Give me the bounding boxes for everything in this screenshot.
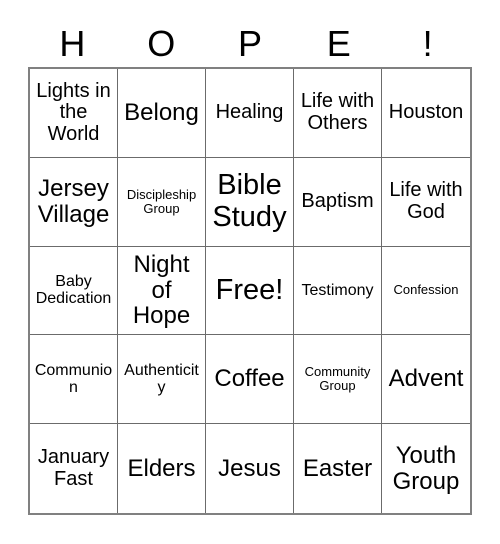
bingo-cell-label: Bible Study — [212, 169, 287, 233]
bingo-cell-label: Community Group — [304, 364, 371, 394]
bingo-cell-r2c3[interactable]: Bible Study — [206, 157, 294, 247]
bingo-cell-label: Healing — [215, 101, 284, 124]
bingo-header-letter-3: P — [237, 22, 262, 64]
bingo-cell-r1c2[interactable]: Belong — [118, 69, 206, 158]
bingo-cell-label: Advent — [388, 365, 464, 393]
bingo-cell-r2c4[interactable]: Baptism — [294, 157, 382, 247]
bingo-cell-label: Authenticity — [124, 362, 199, 397]
bingo-cell-label: Life with God — [389, 179, 463, 223]
bingo-cell-r2c5[interactable]: Life with God — [382, 157, 470, 247]
bingo-cell-label: Discipleship Group — [126, 186, 197, 216]
bingo-cell-r2c1[interactable]: Jersey Village — [30, 157, 118, 247]
bingo-header-letter-2: O — [147, 22, 176, 64]
bingo-cell-label: Communion — [34, 362, 113, 397]
bingo-free-space-label: Free! — [215, 273, 284, 306]
bingo-cell-r5c2[interactable]: Elders — [118, 424, 206, 513]
bingo-cell-r2c2[interactable]: Discipleship Group — [118, 157, 206, 247]
bingo-header-letter-5: ! — [422, 22, 433, 64]
bingo-cell-r5c4[interactable]: Easter — [294, 424, 382, 513]
bingo-header-row: H O P E ! — [28, 20, 472, 67]
bingo-cell-label: Baby Dedication — [35, 273, 112, 308]
bingo-cell-r4c4[interactable]: Community Group — [294, 335, 382, 425]
bingo-cell-label: Jesus — [218, 454, 281, 482]
bingo-cell-label: Confession — [393, 282, 459, 298]
bingo-cell-r4c1[interactable]: Communion — [30, 335, 118, 425]
bingo-cell-label: Youth Group — [392, 441, 460, 495]
bingo-grid: Lights in the World Belong Healing Life … — [28, 67, 472, 515]
bingo-cell-label: Belong — [124, 98, 199, 126]
bingo-cell-r4c3[interactable]: Coffee — [206, 335, 294, 425]
bingo-cell-r1c1[interactable]: Lights in the World — [30, 69, 118, 158]
bingo-cell-r3c4[interactable]: Testimony — [294, 246, 382, 336]
bingo-cell-label: Lights in the World — [36, 79, 111, 145]
bingo-card: H O P E ! Lights in the World Belong Hea… — [0, 0, 500, 544]
bingo-cell-r5c5[interactable]: Youth Group — [382, 424, 470, 513]
bingo-cell-r5c1[interactable]: January Fast — [30, 424, 118, 513]
bingo-cell-r3c1[interactable]: Baby Dedication — [30, 246, 118, 336]
bingo-cell-label: Life with Others — [300, 90, 375, 134]
bingo-cell-label: Testimony — [301, 281, 374, 299]
bingo-cell-r1c5[interactable]: Houston — [382, 69, 470, 158]
bingo-cell-label: Easter — [302, 454, 373, 482]
bingo-cell-label: Houston — [388, 101, 464, 124]
bingo-cell-r5c3[interactable]: Jesus — [206, 424, 294, 513]
bingo-header-letter-1: H — [59, 22, 86, 64]
bingo-cell-r3c2[interactable]: Night of Hope — [118, 246, 206, 336]
bingo-cell-r3c5[interactable]: Confession — [382, 246, 470, 336]
bingo-cell-label: Coffee — [214, 365, 285, 393]
bingo-cell-r1c4[interactable]: Life with Others — [294, 69, 382, 158]
bingo-cell-r4c5[interactable]: Advent — [382, 335, 470, 425]
bingo-cell-label: Baptism — [301, 189, 374, 212]
bingo-header-letter-4: E — [326, 22, 351, 64]
bingo-cell-label: Night of Hope — [132, 250, 191, 330]
bingo-cell-label: Elders — [127, 454, 196, 482]
bingo-cell-free-space[interactable]: Free! — [206, 246, 294, 336]
bingo-cell-r4c2[interactable]: Authenticity — [118, 335, 206, 425]
bingo-cell-label: January Fast — [37, 446, 110, 490]
bingo-cell-label: Jersey Village — [37, 174, 110, 228]
bingo-cell-r1c3[interactable]: Healing — [206, 69, 294, 158]
